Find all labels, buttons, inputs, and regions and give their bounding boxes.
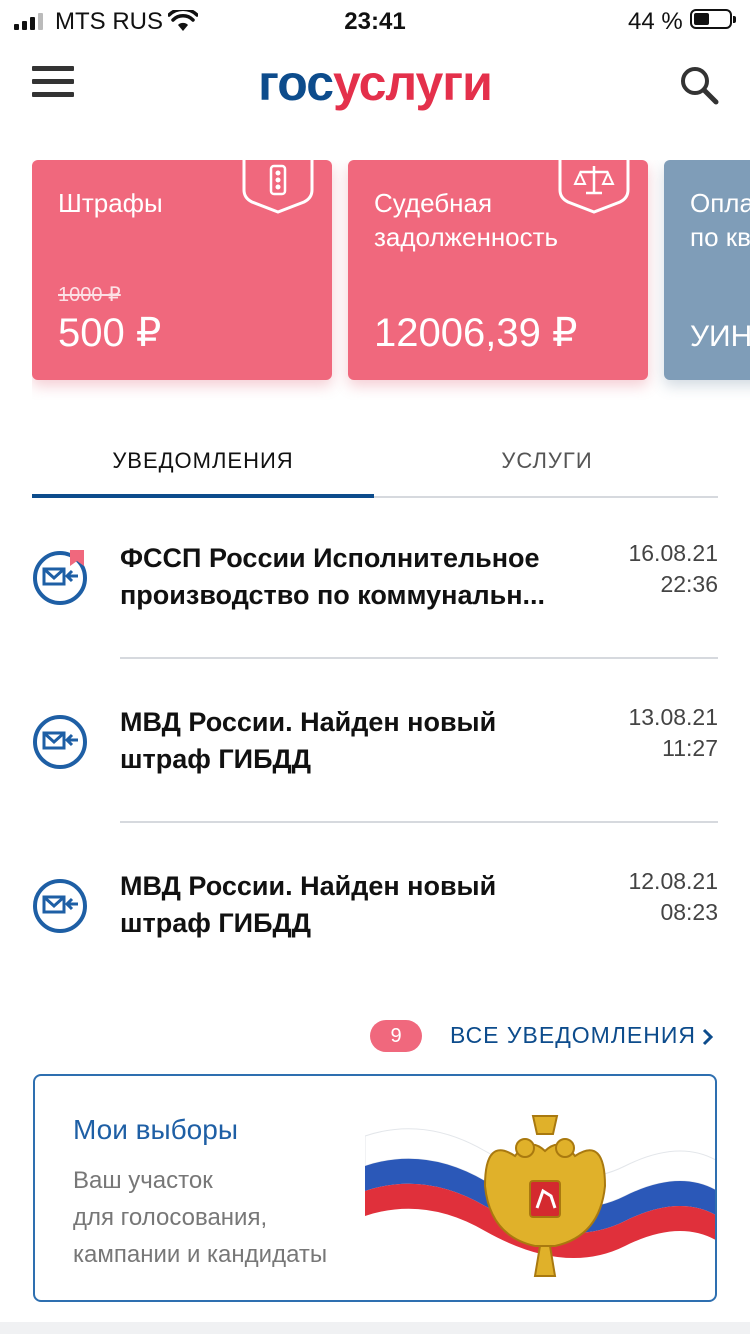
my-elections-banner[interactable]: Мои выборы Ваш участок для голосования, …: [33, 1074, 717, 1302]
card-fines-old-amount: 1000 ₽: [58, 284, 121, 306]
banner-title: Мои выборы: [73, 1114, 238, 1145]
traffic-light-icon: [242, 160, 314, 214]
envelope-arrow-icon: [33, 550, 87, 605]
bottom-bar: [0, 1322, 750, 1334]
logo-part-uslugi: услуги: [333, 55, 493, 111]
app-header: госуслуги: [0, 44, 750, 124]
card-court-debt-amount: 12006,39 ₽: [374, 311, 578, 355]
notification-date: 13.08.21: [628, 704, 718, 730]
unread-flag: [70, 550, 84, 566]
card-fines-amount: 500 ₽: [58, 311, 162, 355]
notification-item[interactable]: МВД России. Найден новый штраф ГИБДД 13.…: [32, 704, 718, 792]
notification-datetime: 13.08.21 11:27: [628, 702, 718, 764]
notification-date: 12.08.21: [628, 868, 718, 894]
notification-datetime: 16.08.21 22:36: [628, 538, 718, 600]
notification-datetime: 12.08.21 08:23: [628, 866, 718, 928]
battery-percent: 44 %: [628, 8, 683, 35]
battery-level: [694, 13, 709, 25]
notification-time: 22:36: [660, 571, 718, 597]
card-court-debt[interactable]: Судебная задолженность 12006,39 ₽: [348, 160, 648, 380]
notification-title-line1: МВД России. Найден новый: [120, 707, 497, 737]
envelope-arrow-icon: [33, 715, 87, 769]
notification-date: 16.08.21: [628, 540, 718, 566]
banner-subtitle: Ваш участок для голосования, кампании и …: [73, 1167, 328, 1268]
all-notifications-link[interactable]: ВСЕ УВЕДОМЛЕНИЯ: [450, 1022, 696, 1049]
all-notifications-row: 9 ВСЕ УВЕДОМЛЕНИЯ: [0, 1020, 750, 1056]
tab-services[interactable]: УСЛУГИ: [376, 448, 718, 474]
card-payment[interactable]: Опла по кв УИН: [664, 160, 750, 380]
notification-title-line1: МВД России. Найден новый: [120, 871, 497, 901]
notification-count-badge: 9: [370, 1020, 422, 1052]
logo-part-gos: гос: [258, 55, 334, 111]
card-payment-amount: УИН: [690, 320, 750, 353]
notification-title-line2: штраф ГИБДД: [120, 908, 311, 938]
notification-title-line1: ФССП России Исполнительное: [120, 543, 540, 573]
notification-time: 08:23: [660, 899, 718, 925]
notification-time: 11:27: [662, 735, 718, 761]
card-fines-title: Штрафы: [58, 188, 163, 218]
tab-notifications[interactable]: УВЕДОМЛЕНИЯ: [32, 448, 374, 474]
notification-title-line2: штраф ГИБДД: [120, 744, 311, 774]
notification-title: МВД России. Найден новый штраф ГИБДД: [120, 704, 600, 778]
notification-title: ФССП России Исполнительное производство …: [120, 540, 600, 614]
coat-of-arms-flag-illustration: [365, 1115, 715, 1277]
search-icon[interactable]: [678, 64, 720, 106]
status-bar: MTS RUS 23:41 44 %: [0, 0, 750, 44]
summary-cards: Штрафы 1000 ₽ 500 ₽ Судебная задолженнос…: [32, 160, 750, 400]
envelope-arrow-icon: [33, 879, 87, 933]
card-fines[interactable]: Штрафы 1000 ₽ 500 ₽: [32, 160, 332, 380]
notification-item[interactable]: МВД России. Найден новый штраф ГИБДД 12.…: [32, 868, 718, 956]
notification-title: МВД России. Найден новый штраф ГИБДД: [120, 868, 600, 942]
tab-bar: УВЕДОМЛЕНИЯ УСЛУГИ: [32, 430, 718, 498]
card-payment-title: Опла по кв: [690, 188, 750, 252]
chevron-right-icon[interactable]: [700, 1024, 716, 1050]
battery-icon: [690, 9, 736, 29]
divider: [120, 821, 718, 823]
scales-icon: [558, 160, 630, 214]
notification-item[interactable]: ФССП России Исполнительное производство …: [32, 540, 718, 628]
app-logo: госуслуги: [0, 54, 750, 112]
divider: [120, 657, 718, 659]
active-tab-indicator: [32, 494, 374, 498]
notification-title-line2: производство по коммунальн...: [120, 580, 546, 610]
